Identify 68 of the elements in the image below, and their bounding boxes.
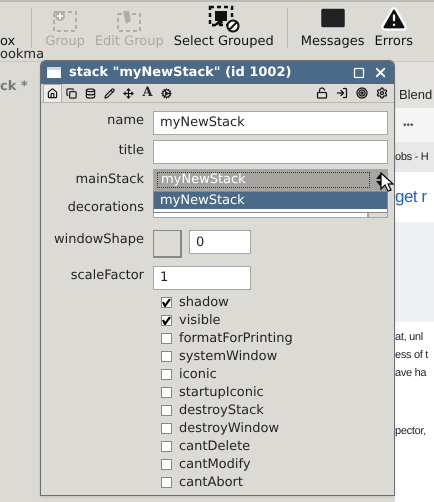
checkbox-row[interactable]: destroyStack <box>161 402 394 420</box>
checkbox-row[interactable]: iconic <box>161 366 394 384</box>
checkbox-row[interactable]: cantModify <box>161 456 394 474</box>
close-icon[interactable] <box>373 65 388 80</box>
checkbox[interactable] <box>161 477 172 488</box>
checkbox[interactable] <box>161 351 172 362</box>
settings-icon <box>376 87 388 99</box>
import-icon <box>336 87 348 99</box>
field-label: name <box>106 112 144 130</box>
text-field[interactable]: myNewStack <box>153 110 388 134</box>
checkbox[interactable] <box>161 333 172 344</box>
checkbox[interactable] <box>161 315 172 326</box>
field-label: title <box>118 142 144 160</box>
body-text: pector, <box>395 424 427 439</box>
toolbar-button[interactable]: Errors <box>370 5 418 48</box>
gears-icon <box>161 88 172 98</box>
tab-label: ck * <box>0 78 28 96</box>
checkbox-row[interactable]: shadow <box>161 294 394 312</box>
body-text: at, unl <box>395 330 424 345</box>
checkbox-row[interactable]: visible <box>161 312 394 330</box>
checkbox-row[interactable]: systemWindow <box>161 348 394 366</box>
checkbox[interactable] <box>161 387 172 398</box>
bookmark-link[interactable]: obs - H <box>395 148 428 166</box>
checkbox[interactable] <box>161 405 172 416</box>
text-field[interactable]: 0 <box>189 230 251 254</box>
menu-dots[interactable]: ••• <box>403 118 414 132</box>
warning-icon <box>380 5 408 33</box>
maximize-icon[interactable] <box>353 66 365 78</box>
copy-icon <box>66 88 77 98</box>
checkbox-row[interactable]: destroyWindow <box>161 420 394 438</box>
text-field[interactable] <box>153 140 388 164</box>
checkbox[interactable] <box>161 369 172 380</box>
unlock-icon <box>316 87 328 99</box>
field-label: decorations <box>66 199 144 217</box>
browser-tab[interactable]: Blend <box>399 84 432 104</box>
bookmarks-label: ookma <box>0 46 44 64</box>
dropdown-option[interactable]: myNewStack <box>154 192 387 209</box>
page-heading: get r <box>395 186 427 208</box>
body-text: ave ha <box>395 366 428 381</box>
select-grouped-icon <box>206 5 241 33</box>
checkbox[interactable] <box>161 423 172 434</box>
checkbox[interactable] <box>161 441 172 452</box>
checkbox-row[interactable]: startupIconic <box>161 384 394 402</box>
pencil-icon <box>104 88 115 98</box>
database-icon <box>85 88 96 98</box>
body-text: ess of t <box>395 348 430 363</box>
edit-group-icon <box>115 9 144 33</box>
shape-button[interactable] <box>153 230 182 258</box>
move-icon <box>123 88 134 98</box>
toolbar-button[interactable]: Select Grouped <box>168 5 279 48</box>
inspector-tab[interactable] <box>43 84 62 102</box>
home-icon <box>47 88 58 99</box>
text-field[interactable]: 1 <box>153 266 251 290</box>
checkbox-row[interactable]: formatForPrinting <box>161 330 394 348</box>
checkbox-row[interactable]: cantAbort <box>161 474 394 492</box>
group-icon <box>51 9 80 33</box>
window-title: stack "myNewStack" (id 1002) <box>69 64 292 82</box>
window-icon <box>47 67 61 78</box>
target-icon <box>356 87 368 99</box>
checkbox[interactable] <box>161 459 172 470</box>
toolbar-button[interactable]: Messages <box>296 3 370 48</box>
checkbox-row[interactable]: cantDelete <box>161 438 394 456</box>
toolbar-label: ox <box>0 35 16 48</box>
field-label: scaleFactor <box>70 267 144 285</box>
field-label: mainStack <box>74 171 144 189</box>
field-label: windowShape <box>52 231 144 249</box>
inspector-tab[interactable]: A <box>138 84 157 102</box>
checkbox[interactable] <box>161 297 172 308</box>
